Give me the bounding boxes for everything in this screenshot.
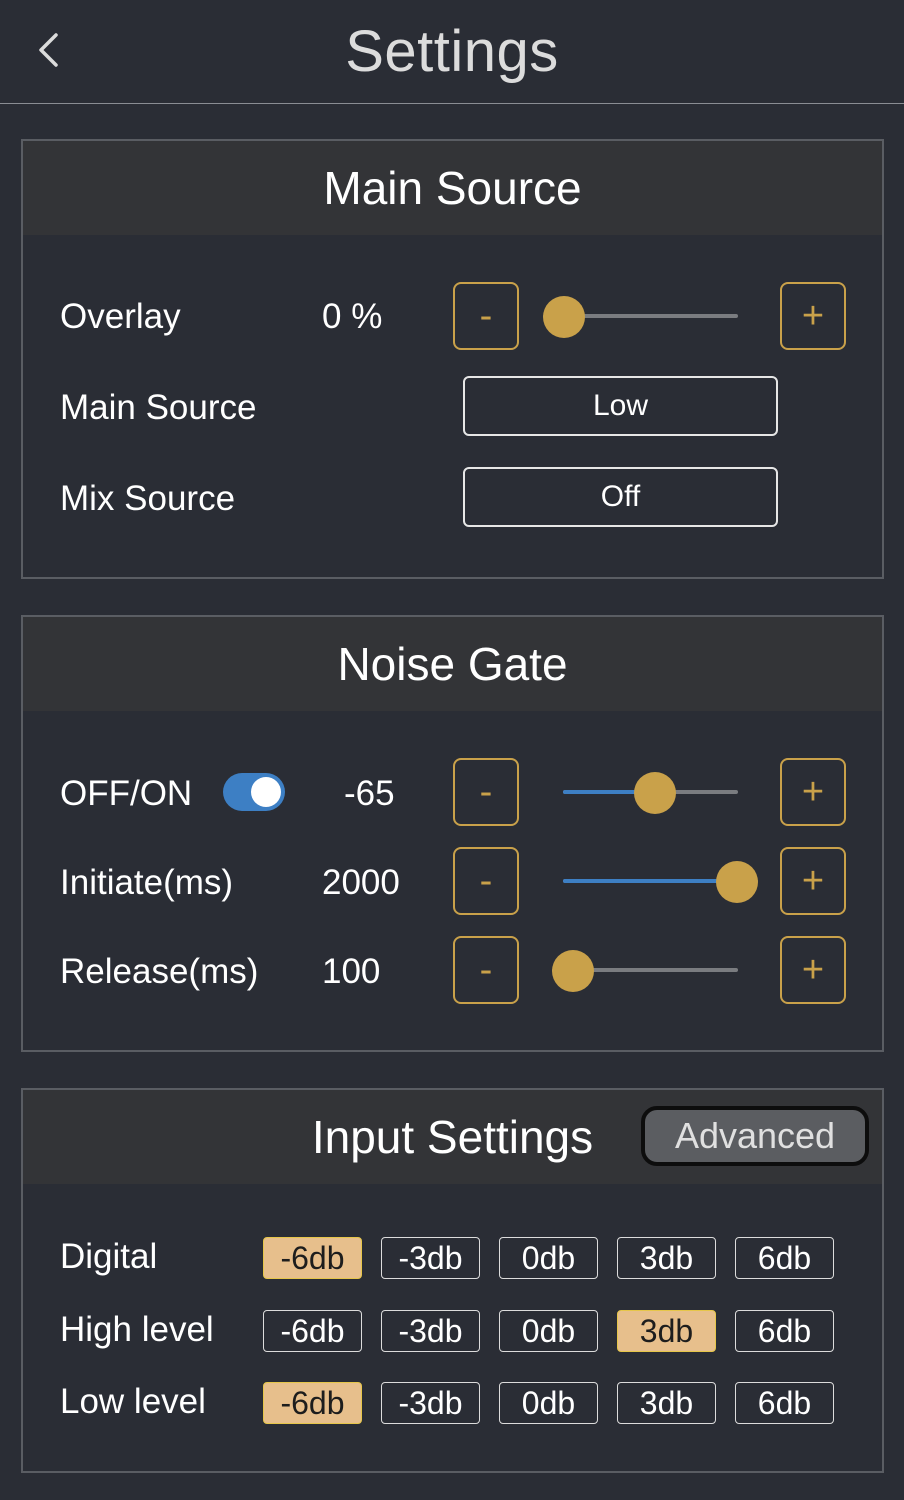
db-option-3db[interactable]: 3db [617, 1310, 716, 1352]
page-title: Settings [345, 19, 559, 84]
main-source-label: Main Source [60, 388, 257, 427]
threshold-slider[interactable] [563, 772, 738, 814]
main-source-header: Main Source [23, 141, 882, 235]
mix-source-select[interactable]: Off [463, 467, 778, 527]
initiate-minus-button[interactable]: - [453, 847, 519, 915]
overlay-value: 0 % [322, 297, 383, 336]
input-settings-header: Input Settings Advanced [23, 1090, 882, 1184]
db-option-3db[interactable]: 3db [617, 1237, 716, 1279]
slider-thumb[interactable] [552, 950, 594, 992]
db-option-6db[interactable]: 6db [735, 1310, 834, 1352]
db-option-minus-6db[interactable]: -6db [263, 1237, 362, 1279]
release-minus-button[interactable]: - [453, 936, 519, 1004]
db-option-3db[interactable]: 3db [617, 1382, 716, 1424]
db-option-0db[interactable]: 0db [499, 1382, 598, 1424]
db-option-0db[interactable]: 0db [499, 1310, 598, 1352]
db-option-minus-6db[interactable]: -6db [263, 1310, 362, 1352]
release-label: Release(ms) [60, 952, 259, 991]
main-source-title: Main Source [323, 162, 582, 214]
initiate-label: Initiate(ms) [60, 863, 234, 902]
overlay-plus-button[interactable]: + [780, 282, 846, 350]
overlay-label: Overlay [60, 297, 181, 336]
high-level-label: High level [60, 1310, 214, 1349]
initiate-slider[interactable] [563, 861, 758, 903]
release-value: 100 [322, 952, 381, 991]
db-option-0db[interactable]: 0db [499, 1237, 598, 1279]
threshold-minus-button[interactable]: - [453, 758, 519, 826]
noise-gate-header: Noise Gate [23, 617, 882, 711]
main-source-select[interactable]: Low [463, 376, 778, 436]
top-bar: Settings [0, 0, 904, 104]
slider-thumb[interactable] [543, 296, 585, 338]
release-slider[interactable] [552, 950, 738, 992]
overlay-minus-button[interactable]: - [453, 282, 519, 350]
threshold-value: -65 [344, 774, 395, 813]
noise-gate-panel: Noise Gate OFF/ON -65 - + Initiate(ms) 2… [21, 615, 884, 1052]
threshold-plus-button[interactable]: + [780, 758, 846, 826]
db-option-minus-3db[interactable]: -3db [381, 1382, 480, 1424]
initiate-value: 2000 [322, 863, 400, 902]
initiate-plus-button[interactable]: + [780, 847, 846, 915]
overlay-slider[interactable] [543, 296, 738, 338]
db-option-minus-3db[interactable]: -3db [381, 1237, 480, 1279]
noise-gate-toggle[interactable] [223, 773, 285, 811]
slider-thumb[interactable] [634, 772, 677, 814]
release-plus-button[interactable]: + [780, 936, 846, 1004]
input-settings-panel: Input Settings Advanced Digital -6db -3db… [21, 1088, 884, 1473]
slider-fill [563, 879, 737, 883]
db-option-6db[interactable]: 6db [735, 1382, 834, 1424]
toggle-knob [251, 777, 281, 807]
mix-source-label: Mix Source [60, 479, 236, 518]
digital-label: Digital [60, 1237, 158, 1276]
db-option-minus-3db[interactable]: -3db [381, 1310, 480, 1352]
db-option-6db[interactable]: 6db [735, 1237, 834, 1279]
slider-thumb[interactable] [716, 861, 758, 903]
db-option-minus-6db[interactable]: -6db [263, 1382, 362, 1424]
main-source-panel: Main Source Overlay 0 % - + Main Source … [21, 139, 884, 579]
onoff-label: OFF/ON [60, 774, 193, 813]
advanced-button[interactable]: Advanced [641, 1106, 869, 1166]
low-level-label: Low level [60, 1382, 206, 1421]
noise-gate-title: Noise Gate [337, 638, 568, 690]
